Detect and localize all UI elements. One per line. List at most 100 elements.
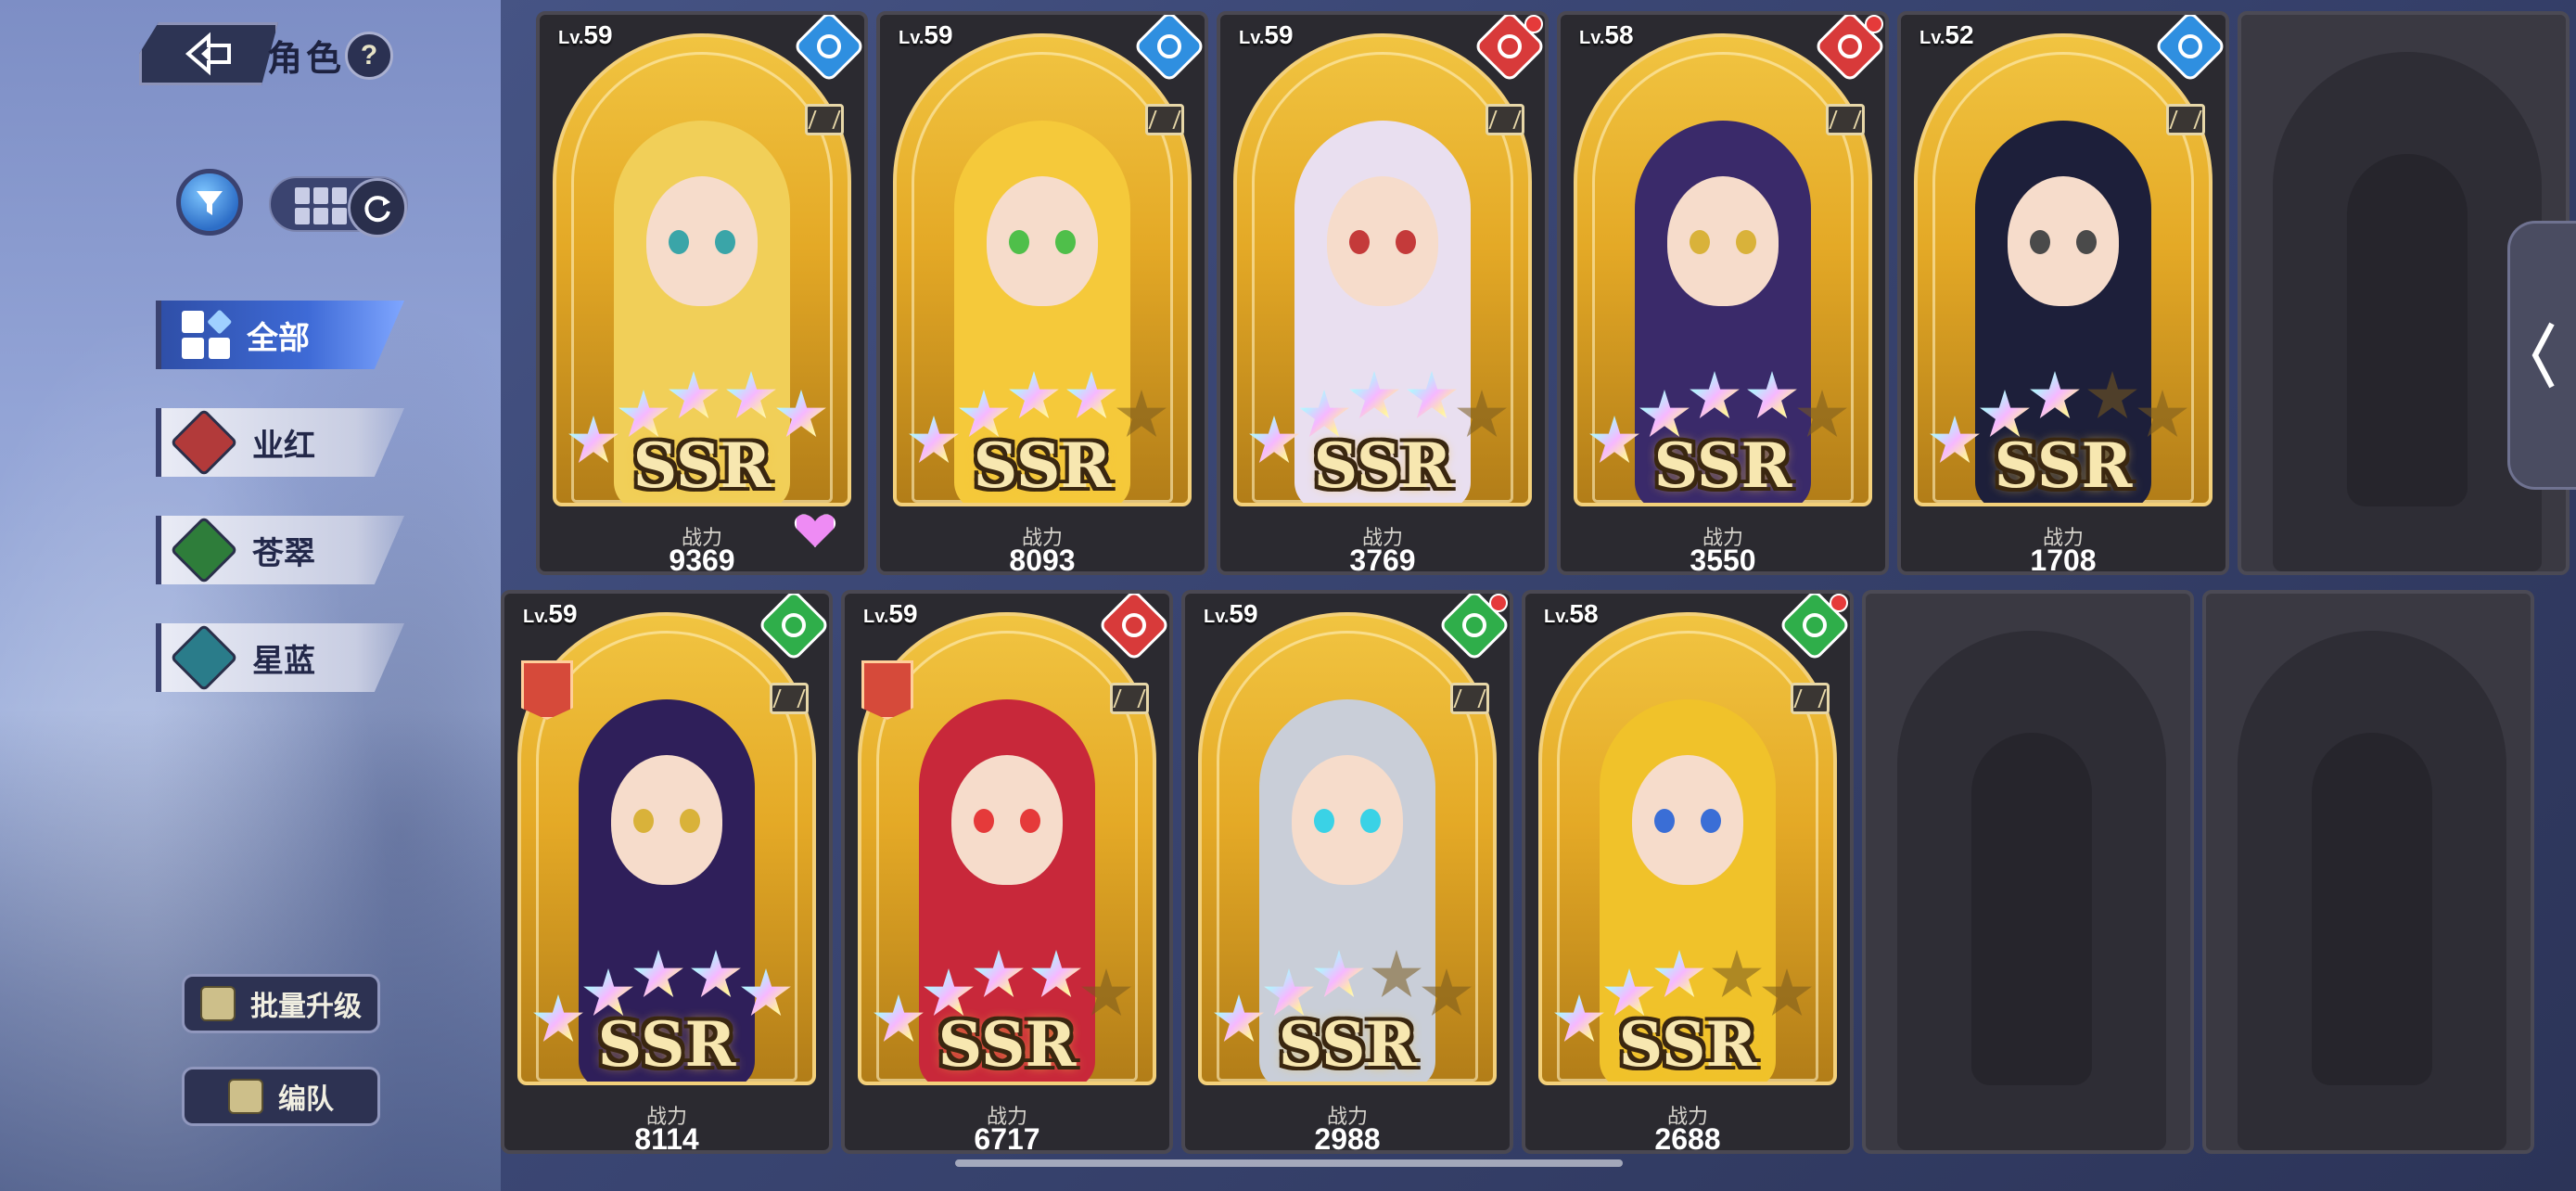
silhouette-placeholder xyxy=(1897,631,2166,1150)
tab-all-label: 全部 xyxy=(247,320,310,356)
star-filled-icon xyxy=(1589,416,1639,463)
character-face xyxy=(1292,755,1403,885)
character-face xyxy=(1667,176,1779,306)
envelope-icon xyxy=(770,683,809,714)
character-face xyxy=(1632,755,1743,885)
envelope-icon xyxy=(2166,104,2205,135)
back-arrow-icon xyxy=(185,32,231,76)
tab-green[interactable]: 苍翠 xyxy=(156,516,404,584)
filter-button[interactable] xyxy=(176,169,243,236)
rarity-label: SSR xyxy=(937,1008,1077,1081)
rarity-label: SSR xyxy=(1618,1008,1757,1081)
power-value: 3550 xyxy=(1690,544,1756,575)
chevron-left-icon xyxy=(2531,322,2555,389)
star-filled-icon xyxy=(669,371,719,418)
power-value: 2688 xyxy=(1654,1122,1721,1154)
rarity-label: SSR xyxy=(973,429,1112,502)
character-card[interactable]: Lv.52 SSR 战力 1708 xyxy=(1897,11,2229,575)
bulk-upgrade-label: 批量升级 xyxy=(250,992,362,1022)
grid-view-icon xyxy=(295,187,347,224)
help-button[interactable]: ? xyxy=(345,32,393,80)
envelope-icon xyxy=(1826,104,1865,135)
power-value: 1708 xyxy=(2030,544,2097,575)
character-card[interactable]: Lv.58 SSR 战力 2688 xyxy=(1522,590,1854,1154)
character-card[interactable]: Lv.59 SSR 战力 6717 xyxy=(841,590,1173,1154)
star-filled-icon xyxy=(1930,416,1980,463)
star-filled-icon xyxy=(1407,371,1457,418)
blue-gem-icon xyxy=(170,623,238,692)
envelope-icon xyxy=(1486,104,1524,135)
character-card[interactable]: Lv.58 SSR 战力 3550 xyxy=(1557,11,1889,575)
star-filled-icon xyxy=(974,950,1024,997)
notification-dot xyxy=(1830,594,1848,612)
character-card[interactable]: Lv.59 SSR 战力 8114 xyxy=(501,590,833,1154)
tab-red[interactable]: 业红 xyxy=(156,408,404,477)
level-text: Lv.59 xyxy=(863,599,918,628)
all-category-icon xyxy=(182,309,232,359)
team-button[interactable]: 编队 xyxy=(182,1067,380,1126)
star-filled-icon xyxy=(691,950,741,997)
character-face xyxy=(1327,176,1438,306)
team-label: 编队 xyxy=(278,1084,334,1115)
star-filled-icon xyxy=(909,416,959,463)
envelope-icon xyxy=(1145,104,1184,135)
star-filled-icon xyxy=(1690,371,1740,418)
star-filled-icon xyxy=(726,371,776,418)
tab-green-label: 苍翠 xyxy=(252,535,315,571)
tab-blue-label: 星蓝 xyxy=(252,643,315,679)
character-card[interactable]: Lv.59 SSR 战力 2988 xyxy=(1181,590,1513,1154)
tab-blue[interactable]: 星蓝 xyxy=(156,623,404,692)
star-filled-icon xyxy=(1747,371,1797,418)
tab-red-label: 业红 xyxy=(252,428,315,464)
character-card[interactable]: Lv.59 SSR 战力 8093 xyxy=(876,11,1208,575)
power-value: 8114 xyxy=(634,1122,699,1154)
level-text: Lv.59 xyxy=(558,20,613,49)
star-empty-icon xyxy=(2087,371,2137,418)
star-filled-icon xyxy=(1314,950,1364,997)
rarity-label: SSR xyxy=(1278,1008,1417,1081)
character-face xyxy=(987,176,1098,306)
green-gem-icon xyxy=(170,516,238,584)
back-button[interactable] xyxy=(139,22,278,85)
character-card[interactable]: Lv.59 SSR 战力 9369 xyxy=(536,11,868,575)
notification-dot xyxy=(1489,594,1508,612)
level-text: Lv.58 xyxy=(1544,599,1599,628)
level-text: Lv.52 xyxy=(1919,20,1974,49)
level-text: Lv.59 xyxy=(1204,599,1258,628)
character-card[interactable]: Lv.59 SSR 战力 3769 xyxy=(1217,11,1549,575)
character-face xyxy=(611,755,722,885)
horizontal-scrollbar[interactable] xyxy=(955,1159,1623,1167)
page-title: 角色 xyxy=(267,40,346,79)
star-filled-icon xyxy=(1249,416,1299,463)
character-face xyxy=(951,755,1063,885)
star-filled-icon xyxy=(1654,950,1704,997)
character-face xyxy=(2008,176,2119,306)
team-icon xyxy=(228,1079,263,1114)
tab-all[interactable]: 全部 xyxy=(156,301,404,369)
bulk-upgrade-button[interactable]: 批量升级 xyxy=(182,974,380,1033)
character-grid: Lv.59 SSR 战力 9369 Lv.59 SSR 战力 8093 Lv.5… xyxy=(501,0,2576,1191)
star-filled-icon xyxy=(1031,950,1081,997)
cards-icon xyxy=(200,986,236,1021)
envelope-icon xyxy=(1791,683,1830,714)
star-filled-icon xyxy=(633,950,683,997)
envelope-icon xyxy=(1110,683,1149,714)
side-drawer-tab[interactable] xyxy=(2507,221,2576,490)
star-filled-icon xyxy=(1214,994,1264,1042)
notification-dot xyxy=(1524,15,1543,33)
power-value: 2988 xyxy=(1314,1122,1381,1154)
character-face xyxy=(646,176,758,306)
rarity-label: SSR xyxy=(597,1008,736,1081)
star-filled-icon xyxy=(1066,371,1116,418)
power-value: 8093 xyxy=(1009,544,1076,575)
level-text: Lv.58 xyxy=(1579,20,1634,49)
star-empty-icon xyxy=(1712,950,1762,997)
level-text: Lv.59 xyxy=(523,599,578,628)
silhouette-placeholder xyxy=(2273,52,2542,571)
star-filled-icon xyxy=(1349,371,1399,418)
star-filled-icon xyxy=(2030,371,2080,418)
level-text: Lv.59 xyxy=(1239,20,1294,49)
rarity-label: SSR xyxy=(1994,429,2133,502)
sort-toggle-button[interactable] xyxy=(348,178,407,237)
rarity-label: SSR xyxy=(632,429,772,502)
